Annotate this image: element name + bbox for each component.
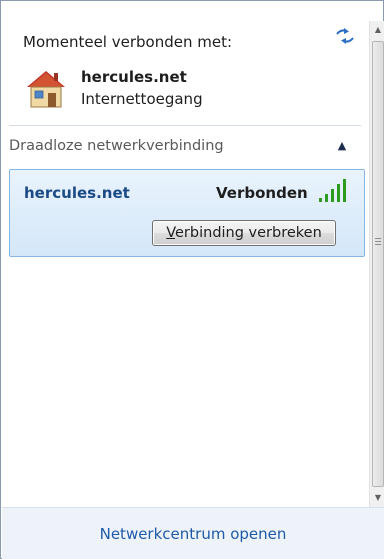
network-flyout: Momenteel verbonden met: hercules.net In…	[0, 0, 384, 559]
scroll-down-icon[interactable]: ▼	[373, 493, 383, 503]
flyout-content: Momenteel verbonden met: hercules.net In…	[1, 1, 369, 507]
disconnect-label: erbinding verbreken	[175, 225, 322, 241]
scrollbar-grip-icon	[375, 238, 381, 246]
flyout-footer: Netwerkcentrum openen	[2, 507, 384, 559]
connected-to-heading: Momenteel verbonden met:	[23, 33, 233, 51]
network-list-item[interactable]: hercules.net Verbonden Verbinding verbre…	[9, 169, 365, 257]
house-icon	[27, 71, 65, 108]
wireless-section-title: Draadloze netwerkverbinding	[9, 138, 224, 154]
refresh-icon[interactable]	[334, 27, 356, 45]
network-item-status: Verbonden	[216, 184, 308, 202]
network-item-name: hercules.net	[24, 184, 130, 202]
disconnect-button[interactable]: Verbinding verbreken	[152, 220, 336, 246]
vertical-scrollbar[interactable]: ▲ ▼	[369, 21, 384, 507]
scrollbar-thumb[interactable]	[372, 41, 384, 487]
disconnect-mnemonic: V	[166, 225, 176, 241]
signal-strength-icon	[319, 179, 346, 202]
connection-access-status: Internettoegang	[81, 90, 203, 108]
section-divider	[9, 125, 361, 126]
connected-network-name: hercules.net	[81, 68, 187, 86]
scroll-up-icon[interactable]: ▲	[373, 25, 383, 35]
chevron-up-icon[interactable]: ▲	[335, 139, 349, 153]
open-network-center-link[interactable]: Netwerkcentrum openen	[2, 525, 384, 543]
